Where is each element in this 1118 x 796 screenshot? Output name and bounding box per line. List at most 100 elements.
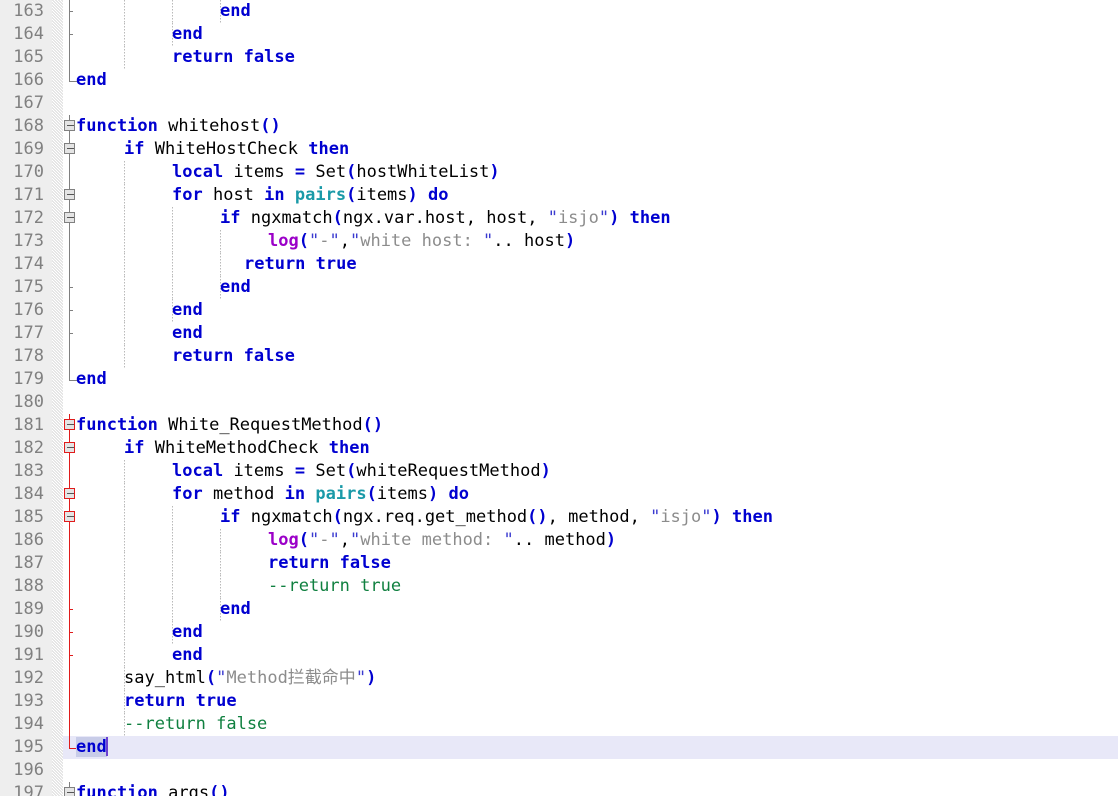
- fold-toggle-icon[interactable]: [64, 143, 75, 154]
- fold-marker[interactable]: [63, 782, 76, 796]
- code-text[interactable]: end: [76, 736, 108, 759]
- fold-marker[interactable]: [63, 621, 76, 644]
- fold-marker[interactable]: [63, 391, 76, 414]
- code-text[interactable]: end: [220, 598, 251, 621]
- fold-marker[interactable]: [63, 598, 76, 621]
- fold-marker[interactable]: [63, 23, 76, 46]
- fold-marker[interactable]: [63, 299, 76, 322]
- code-text[interactable]: function args(): [76, 782, 230, 796]
- fold-marker[interactable]: [63, 667, 76, 690]
- code-text[interactable]: return false: [172, 345, 295, 368]
- code-row[interactable]: 193 return true: [0, 690, 1118, 713]
- code-row[interactable]: 178 return false: [0, 345, 1118, 368]
- fold-marker[interactable]: [63, 322, 76, 345]
- code-text[interactable]: local items = Set(hostWhiteList): [172, 161, 500, 184]
- code-row[interactable]: 194 --return false: [0, 713, 1118, 736]
- fold-marker[interactable]: [63, 690, 76, 713]
- code-text[interactable]: say_html("Method拦截命中"): [124, 667, 376, 690]
- code-row[interactable]: 176 end: [0, 299, 1118, 322]
- code-row[interactable]: 171 for host in pairs(items) do: [0, 184, 1118, 207]
- fold-toggle-icon[interactable]: [64, 212, 75, 223]
- code-text[interactable]: for host in pairs(items) do: [172, 184, 449, 207]
- code-editor[interactable]: 163 end 164 end 165 return false 166 end 167 168 f…: [0, 0, 1118, 796]
- code-row[interactable]: 189 end: [0, 598, 1118, 621]
- fold-marker[interactable]: [63, 0, 76, 23]
- code-text[interactable]: return false: [172, 46, 295, 69]
- code-text[interactable]: if WhiteHostCheck then: [124, 138, 349, 161]
- code-text[interactable]: if WhiteMethodCheck then: [124, 437, 370, 460]
- code-text[interactable]: if ngxmatch(ngx.req.get_method(), method…: [220, 506, 773, 529]
- code-row[interactable]: 185 if ngxmatch(ngx.req.get_method(), met…: [0, 506, 1118, 529]
- fold-marker[interactable]: [63, 736, 77, 759]
- code-text[interactable]: function whitehost(): [76, 115, 281, 138]
- code-row[interactable]: 181 function White_RequestMethod(): [0, 414, 1118, 437]
- code-text[interactable]: return true: [244, 253, 357, 276]
- fold-marker[interactable]: [63, 368, 77, 391]
- code-text[interactable]: --return false: [124, 713, 267, 736]
- code-row[interactable]: 174 return true: [0, 253, 1118, 276]
- code-row[interactable]: 175 end: [0, 276, 1118, 299]
- code-text[interactable]: end: [172, 644, 203, 667]
- fold-marker[interactable]: [63, 69, 77, 92]
- fold-marker[interactable]: [63, 230, 76, 253]
- code-row[interactable]: 191 end: [0, 644, 1118, 667]
- code-row[interactable]: 164 end: [0, 23, 1118, 46]
- code-row[interactable]: 180: [0, 391, 1118, 414]
- fold-marker[interactable]: [63, 46, 76, 69]
- code-text[interactable]: return false: [268, 552, 391, 575]
- fold-marker[interactable]: [63, 184, 76, 207]
- code-row[interactable]: 163 end: [0, 0, 1118, 23]
- code-text[interactable]: function White_RequestMethod(): [76, 414, 383, 437]
- fold-marker[interactable]: [63, 575, 76, 598]
- code-row[interactable]: 172 if ngxmatch(ngx.var.host, host, "isjo…: [0, 207, 1118, 230]
- code-row[interactable]: 177 end: [0, 322, 1118, 345]
- code-text[interactable]: end: [220, 0, 251, 23]
- code-row[interactable]: 192 say_html("Method拦截命中"): [0, 667, 1118, 690]
- fold-toggle-icon[interactable]: [64, 787, 75, 796]
- code-row[interactable]: 184 for method in pairs(items) do: [0, 483, 1118, 506]
- fold-marker[interactable]: [63, 483, 76, 506]
- fold-marker[interactable]: [63, 276, 76, 299]
- code-text[interactable]: local items = Set(whiteRequestMethod): [172, 460, 551, 483]
- fold-marker[interactable]: [63, 115, 76, 138]
- code-text[interactable]: end: [172, 322, 203, 345]
- code-text[interactable]: end: [76, 368, 107, 391]
- fold-marker[interactable]: [63, 253, 76, 276]
- fold-marker[interactable]: [63, 161, 76, 184]
- code-row[interactable]: 169 if WhiteHostCheck then: [0, 138, 1118, 161]
- code-row[interactable]: 183 local items = Set(whiteRequestMethod): [0, 460, 1118, 483]
- fold-marker[interactable]: [63, 345, 76, 368]
- fold-toggle-icon[interactable]: [64, 189, 75, 200]
- fold-toggle-icon[interactable]: [64, 511, 75, 522]
- fold-marker[interactable]: [63, 759, 76, 782]
- code-text[interactable]: end: [172, 621, 203, 644]
- fold-toggle-icon[interactable]: [64, 442, 75, 453]
- fold-marker[interactable]: [63, 644, 76, 667]
- code-text[interactable]: for method in pairs(items) do: [172, 483, 469, 506]
- code-text[interactable]: end: [220, 276, 251, 299]
- fold-toggle-icon[interactable]: [64, 120, 75, 131]
- code-row[interactable]: 170 local items = Set(hostWhiteList): [0, 161, 1118, 184]
- code-row[interactable]: 187 return false: [0, 552, 1118, 575]
- fold-marker[interactable]: [63, 506, 76, 529]
- code-row[interactable]: 165 return false: [0, 46, 1118, 69]
- code-text[interactable]: if ngxmatch(ngx.var.host, host, "isjo") …: [220, 207, 671, 230]
- code-row[interactable]: 179 end: [0, 368, 1118, 391]
- fold-toggle-icon[interactable]: [64, 488, 75, 499]
- fold-marker[interactable]: [63, 138, 76, 161]
- fold-toggle-icon[interactable]: [64, 419, 75, 430]
- code-row[interactable]: 195 end: [0, 736, 1118, 759]
- code-row[interactable]: 190 end: [0, 621, 1118, 644]
- code-row[interactable]: 167: [0, 92, 1118, 115]
- fold-marker[interactable]: [63, 529, 76, 552]
- code-row[interactable]: 166 end: [0, 69, 1118, 92]
- code-text[interactable]: log("-","white method: ".. method): [268, 529, 616, 552]
- fold-marker[interactable]: [63, 713, 76, 736]
- fold-marker[interactable]: [63, 460, 76, 483]
- code-row[interactable]: 168 function whitehost(): [0, 115, 1118, 138]
- code-row[interactable]: 197 function args(): [0, 782, 1118, 796]
- code-row[interactable]: 173 log("-","white host: ".. host): [0, 230, 1118, 253]
- fold-marker[interactable]: [63, 437, 76, 460]
- code-row[interactable]: 196: [0, 759, 1118, 782]
- code-text[interactable]: log("-","white host: ".. host): [268, 230, 575, 253]
